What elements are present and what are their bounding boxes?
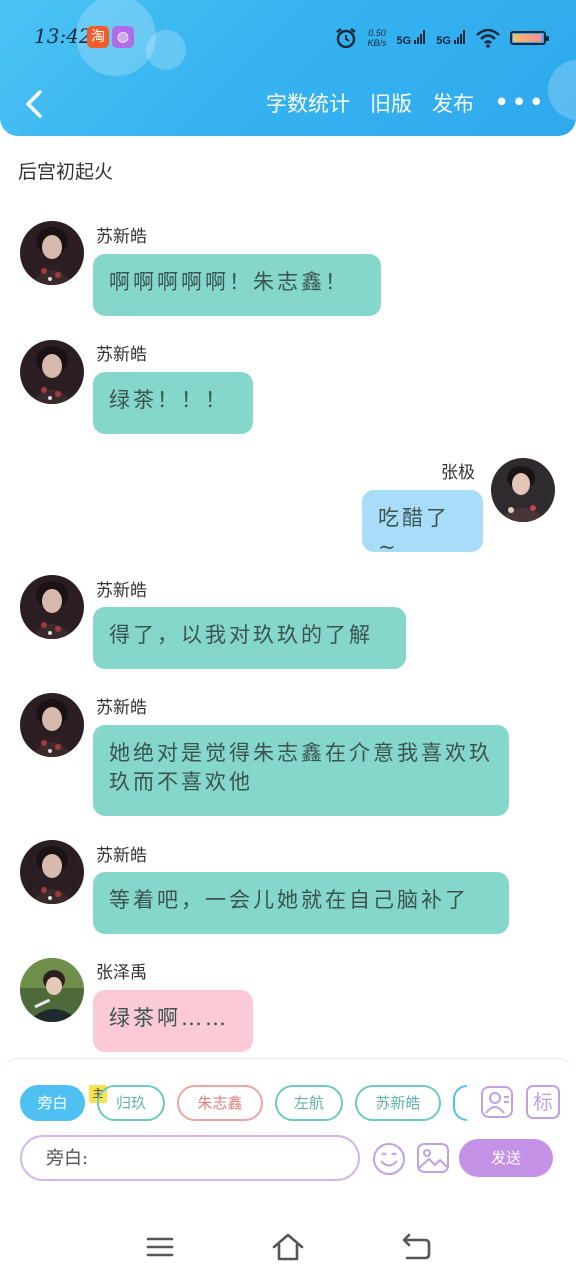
- net-speed: 0.50 KB/s: [367, 28, 386, 48]
- avatar-image: [20, 840, 84, 904]
- message-bubble[interactable]: 吃醋了~: [362, 490, 483, 559]
- signal-2: 5G: [436, 29, 466, 47]
- sender-name: 苏新皓: [96, 846, 147, 866]
- avatar[interactable]: [20, 693, 84, 757]
- battery-level: [513, 34, 542, 42]
- sender-name: 苏新皓: [96, 581, 147, 601]
- signal-bars-icon: [454, 29, 465, 44]
- message-bubble[interactable]: 啊啊啊啊啊！朱志鑫！: [93, 254, 381, 316]
- net-speed-value: 0.50: [368, 28, 386, 38]
- sender-name: 张泽禹: [96, 963, 147, 983]
- battery-icon: [510, 31, 549, 45]
- alarm-icon: [336, 28, 357, 49]
- avatar-image: [20, 340, 84, 404]
- image-icon[interactable]: [416, 1141, 450, 1175]
- sender-name: 苏新皓: [96, 698, 147, 718]
- avatar-image: [20, 221, 84, 285]
- word-count-button[interactable]: 字数统计: [266, 88, 350, 118]
- back-arrow-icon[interactable]: [18, 86, 52, 122]
- signal-2-label: 5G: [436, 34, 451, 47]
- input-panel: 旁白 主 归玖 朱志鑫 左航 苏新皓 标 发送: [0, 1058, 576, 1214]
- avatar[interactable]: [20, 575, 84, 639]
- nav-actions: 字数统计 旧版 发布 •••: [266, 88, 546, 118]
- role-chip-narration[interactable]: 旁白: [20, 1085, 85, 1121]
- message-bubble[interactable]: 绿茶啊……: [93, 990, 253, 1052]
- home-icon[interactable]: [271, 1230, 305, 1264]
- signal-bars-icon: [414, 29, 426, 44]
- avatar[interactable]: [491, 458, 555, 522]
- status-bar: 13:42 淘 ◍ 0.50 KB/s 5G 5G: [0, 18, 576, 58]
- taobao-icon: 淘: [87, 26, 109, 48]
- avatar-image: [20, 958, 84, 1022]
- chat-title: 后宫初起火: [18, 161, 114, 183]
- message-bubble[interactable]: 得了，以我对玖玖的了解: [93, 607, 406, 669]
- header: 13:42 淘 ◍ 0.50 KB/s 5G 5G 字数统计 旧版 发布 •••: [0, 0, 576, 136]
- avatar[interactable]: [20, 958, 84, 1022]
- status-icons: 0.50 KB/s 5G 5G: [335, 24, 549, 52]
- avatar[interactable]: [20, 840, 84, 904]
- menu-icon[interactable]: [143, 1230, 177, 1264]
- publish-button[interactable]: 发布: [432, 88, 474, 118]
- role-chip-zhuzhixin[interactable]: 朱志鑫: [177, 1085, 263, 1121]
- sender-name: 苏新皓: [96, 227, 147, 247]
- signal-1: 5G: [396, 29, 427, 47]
- net-speed-unit: KB/s: [367, 38, 387, 48]
- sender-name: 张极: [441, 463, 475, 483]
- nav-bar: 字数统计 旧版 发布 •••: [0, 80, 576, 130]
- wifi-icon: [476, 28, 500, 48]
- role-chip-guijiu[interactable]: 归玖: [97, 1085, 165, 1121]
- old-version-button[interactable]: 旧版: [370, 88, 412, 118]
- avatar-image: [20, 693, 84, 757]
- role-chip-zuohang[interactable]: 左航: [275, 1085, 343, 1121]
- status-time: 13:42: [34, 24, 92, 48]
- avatar[interactable]: [20, 340, 84, 404]
- avatar-image: [491, 458, 555, 522]
- role-manage-icon[interactable]: [480, 1085, 514, 1119]
- avatar-image: [20, 575, 84, 639]
- message-bubble[interactable]: 她绝对是觉得朱志鑫在介意我喜欢玖玖而不喜欢他: [93, 725, 509, 816]
- signal-1-label: 5G: [396, 34, 412, 47]
- mark-label: 标: [533, 1090, 553, 1114]
- system-nav-bar: [0, 1214, 576, 1280]
- avatar[interactable]: [20, 221, 84, 285]
- role-chip-more[interactable]: [453, 1085, 467, 1121]
- app-icon: ◍: [112, 26, 134, 48]
- role-chip-suxinhao[interactable]: 苏新皓: [355, 1085, 441, 1121]
- send-button[interactable]: 发送: [459, 1139, 553, 1177]
- sender-name: 苏新皓: [96, 345, 147, 365]
- message-bubble[interactable]: 绿茶！！！: [93, 372, 253, 434]
- message-bubble[interactable]: 等着吧，一会儿她就在自己脑补了: [93, 872, 509, 934]
- emoji-icon[interactable]: [371, 1141, 407, 1177]
- more-menu-button[interactable]: •••: [494, 90, 546, 116]
- back-icon[interactable]: [399, 1230, 433, 1264]
- message-input[interactable]: [20, 1135, 360, 1181]
- mark-button[interactable]: 标: [526, 1085, 560, 1119]
